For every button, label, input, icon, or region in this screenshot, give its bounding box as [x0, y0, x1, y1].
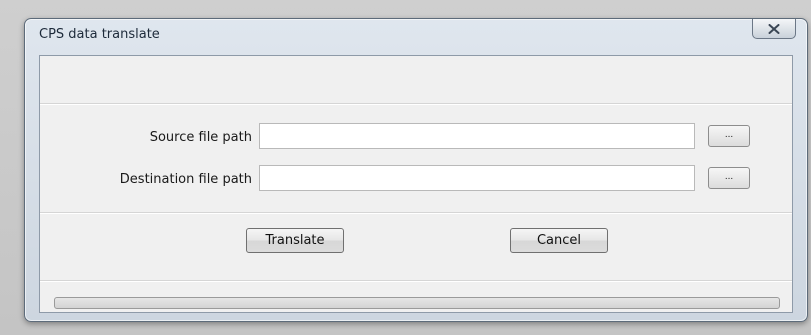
middle-divider — [40, 212, 792, 214]
dialog-window: CPS data translate Source file path ... … — [24, 18, 808, 322]
cancel-button[interactable]: Cancel — [510, 228, 608, 253]
destination-file-path-label: Destination file path — [119, 172, 252, 187]
source-file-path-label: Source file path — [149, 130, 252, 145]
destination-file-path-input[interactable] — [259, 165, 695, 191]
destination-browse-button[interactable]: ... — [708, 167, 750, 189]
source-browse-button[interactable]: ... — [708, 125, 750, 147]
close-button[interactable] — [752, 19, 796, 39]
bottom-divider — [40, 280, 792, 282]
close-icon — [768, 23, 780, 34]
progress-bar — [54, 297, 780, 309]
source-file-path-input[interactable] — [259, 123, 695, 149]
dialog-client-area: Source file path ... Destination file pa… — [39, 55, 793, 313]
top-divider — [40, 103, 792, 105]
translate-button[interactable]: Translate — [246, 228, 344, 253]
window-title: CPS data translate — [39, 27, 160, 42]
